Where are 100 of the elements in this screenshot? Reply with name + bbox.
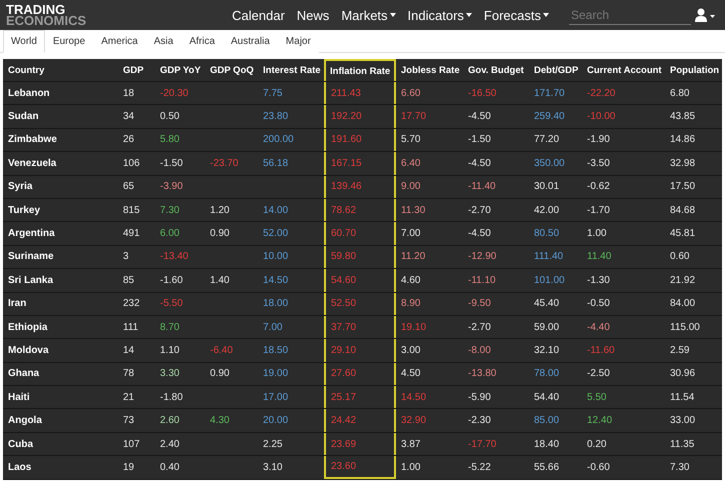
logo-text[interactable]: TRADING	[6, 4, 232, 15]
table-cell-text: 350.00	[533, 156, 566, 171]
country-cell[interactable]: Suriname	[3, 246, 118, 268]
table-cell-text: -20.30	[159, 86, 190, 101]
table-cell-text: -2.30	[467, 414, 492, 428]
table-cell-text: 6.00	[159, 227, 180, 242]
column-header[interactable]: Current Account	[582, 59, 665, 81]
caret-icon	[543, 13, 549, 17]
table-cell-text: 17.70	[400, 110, 428, 124]
logo-text[interactable]: ECONOMICS	[6, 15, 232, 26]
column-header[interactable]: GDP YoY	[155, 59, 205, 81]
table-cell-text: -13.80	[467, 367, 498, 382]
column-header[interactable]: GDP	[118, 59, 155, 81]
table-cell: 23.60	[324, 456, 396, 479]
table-cell-text: 65	[122, 180, 136, 194]
table-cell-text: 21	[122, 390, 136, 405]
column-header[interactable]: Interest Rate	[258, 59, 324, 81]
column-header[interactable]: GDP QoQ	[205, 59, 258, 81]
table-cell-text: 85.00	[533, 414, 560, 428]
table-cell-text: 21.92	[669, 274, 696, 288]
nav-link[interactable]: Calendar	[232, 8, 285, 22]
table-cell-text: 1.00	[400, 460, 422, 475]
table-cell-text: 33.00	[669, 414, 696, 428]
table-cell-text: -2.70	[467, 204, 492, 218]
table-cell-text: 23.80	[262, 110, 290, 124]
table-cell-text: 3	[122, 250, 130, 264]
country-cell[interactable]: Sri Lanka	[3, 269, 118, 292]
table-cell-text: -13.40	[159, 250, 190, 264]
table-cell-text: 3.30	[159, 367, 180, 382]
country-cell[interactable]: Ethiopia	[3, 316, 118, 338]
table-cell-text: 3.87	[400, 438, 422, 452]
region-tab[interactable]: World	[3, 30, 45, 53]
nav-link[interactable]: Markets	[341, 8, 396, 22]
table-cell-text: 4.30	[209, 414, 230, 428]
table-cell-text: 6.80	[669, 86, 690, 101]
column-header[interactable]: Inflation Rate	[324, 59, 396, 81]
column-header[interactable]: Population	[665, 59, 722, 81]
table-cell-text: 6.40	[400, 156, 422, 171]
column-header[interactable]: Gov. Budget	[463, 59, 529, 81]
table-cell-text: 7.30	[669, 460, 690, 475]
country-cell[interactable]: Iran	[3, 292, 118, 315]
table-cell-text: 45.81	[669, 227, 696, 242]
country-cell[interactable]: Ghana	[3, 362, 118, 386]
country-cell[interactable]: Argentina	[3, 222, 118, 245]
country-cell[interactable]: Sudan	[3, 105, 118, 128]
column-header[interactable]: Debt/GDP	[529, 59, 582, 81]
table-cell-text: -11.40	[467, 180, 497, 194]
nav-link[interactable]: Forecasts	[484, 8, 549, 22]
table-cell-text: -0.50	[586, 297, 611, 312]
table-cell-text: 56.18	[262, 156, 290, 171]
table-cell-text: 42.00	[533, 204, 560, 218]
table-cell-text: -12.90	[467, 250, 498, 264]
nav-link[interactable]: News	[296, 8, 330, 22]
table-cell: 211.43	[324, 82, 396, 104]
table-cell-text: -4.40	[586, 320, 611, 335]
table-cell: 24.42	[324, 409, 396, 432]
country-cell[interactable]: Zimbabwe	[3, 128, 118, 152]
table-cell-text: 2.40	[159, 438, 180, 452]
table-cell: 191.60	[324, 128, 396, 152]
country-cell[interactable]: Syria	[3, 176, 118, 198]
country-cell[interactable]: Angola	[3, 409, 118, 432]
table-cell-text: 8.90	[400, 297, 422, 312]
country-cell[interactable]: Moldova	[3, 339, 118, 362]
table-cell-text: 54.40	[533, 390, 560, 405]
column-header[interactable]: Jobless Rate	[396, 59, 463, 81]
table-cell: 29.10	[324, 339, 396, 362]
country-cell[interactable]: Cuba	[3, 432, 118, 456]
table-cell-text: -1.30	[586, 274, 611, 288]
table-cell-text: 3.00	[400, 344, 422, 358]
table-cell-text: -8.00	[467, 344, 492, 358]
country-cell[interactable]: Turkey	[3, 198, 118, 222]
table-cell-text: 14.50	[262, 274, 290, 288]
table-cell-text: 8.70	[159, 320, 180, 335]
table-cell-text: 4.60	[400, 274, 422, 288]
table-cell-text: -22.20	[586, 86, 616, 101]
table-cell-text: 111	[122, 320, 140, 335]
table-cell-text: 11.30	[400, 204, 426, 218]
country-cell[interactable]: Venezuela	[3, 152, 118, 175]
table-cell: 60.70	[324, 222, 396, 245]
country-cell[interactable]: Laos	[3, 456, 118, 479]
table-cell-text: -11.60	[586, 344, 616, 358]
table-cell-text: -1.50	[159, 156, 184, 171]
table-cell-text: -5.22	[467, 460, 492, 475]
table-cell-text: 2.60	[159, 414, 180, 428]
table-cell-text: -0.62	[586, 180, 611, 194]
search-field[interactable]: Search	[569, 6, 691, 24]
column-header[interactable]: Country	[3, 59, 118, 81]
table-cell-text: 32.10	[533, 344, 560, 358]
table-cell-text: 1.20	[209, 204, 230, 218]
table-cell-text: 11.20	[400, 250, 426, 264]
country-cell[interactable]: Lebanon	[3, 82, 118, 104]
table-cell-text: 10.00	[262, 250, 290, 264]
table-cell-text: 0.20	[586, 438, 608, 452]
country-cell[interactable]: Haiti	[3, 386, 118, 408]
user-icon	[695, 8, 715, 22]
table-cell-text: 171.70	[533, 86, 566, 101]
nav-link[interactable]: Indicators	[408, 8, 472, 22]
table-cell-text: 491	[122, 227, 141, 242]
table-cell-text: 1.40	[209, 274, 230, 288]
table-cell-text: 2.59	[669, 344, 690, 358]
